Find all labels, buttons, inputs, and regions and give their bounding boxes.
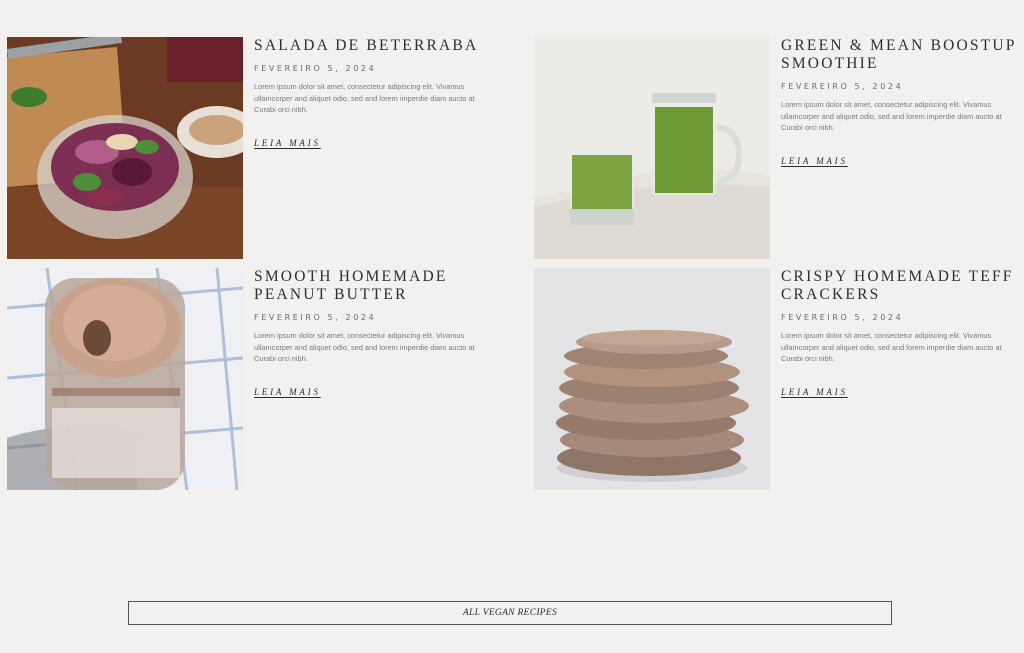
post-title[interactable]: Smooth Homemade Peanut Butter: [254, 268, 494, 304]
post-date: Fevereiro 5, 2024: [781, 82, 904, 91]
read-more-link[interactable]: Leia mais: [781, 387, 848, 397]
post-title[interactable]: Crispy Homemade Teff Crackers: [781, 268, 1021, 304]
post-info: Crispy Homemade Teff Crackers Fevereiro …: [781, 268, 1021, 490]
post-excerpt: Lorem ipsum dolor sit amet, consectetur …: [781, 331, 1002, 363]
post-card: Smooth Homemade Peanut Butter Fevereiro …: [7, 268, 494, 490]
post-excerpt: Lorem ipsum dolor sit amet, consectetur …: [254, 82, 475, 114]
post-info: Salada de Beterraba Fevereiro 5, 2024 Lo…: [254, 37, 494, 259]
post-image-teff-crackers[interactable]: [534, 268, 770, 490]
post-excerpt: Lorem ipsum dolor sit amet, consectetur …: [254, 331, 475, 363]
post-date: Fevereiro 5, 2024: [254, 313, 377, 322]
read-more-link[interactable]: Leia mais: [254, 138, 321, 148]
post-image-peanut-butter[interactable]: [7, 268, 243, 490]
post-info: Green & Mean Boostup Smoothie Fevereiro …: [781, 37, 1021, 259]
read-more-link[interactable]: Leia mais: [254, 387, 321, 397]
post-title[interactable]: Salada de Beterraba: [254, 37, 494, 55]
read-more-link[interactable]: Leia mais: [781, 156, 848, 166]
post-image-beet-salad[interactable]: [7, 37, 243, 259]
post-card: Green & Mean Boostup Smoothie Fevereiro …: [534, 37, 1021, 259]
post-card: Salada de Beterraba Fevereiro 5, 2024 Lo…: [7, 37, 494, 259]
all-vegan-recipes-label: ALL VEGAN RECIPES: [462, 608, 558, 618]
post-excerpt: Lorem ipsum dolor sit amet, consectetur …: [781, 100, 1002, 132]
post-image-green-smoothie[interactable]: [534, 37, 770, 259]
post-info: Smooth Homemade Peanut Butter Fevereiro …: [254, 268, 494, 490]
post-card: Crispy Homemade Teff Crackers Fevereiro …: [534, 268, 1021, 490]
post-date: Fevereiro 5, 2024: [254, 64, 377, 73]
all-vegan-recipes-button[interactable]: ALL VEGAN RECIPES: [128, 601, 892, 625]
post-date: Fevereiro 5, 2024: [781, 313, 904, 322]
post-title[interactable]: Green & Mean Boostup Smoothie: [781, 37, 1021, 73]
